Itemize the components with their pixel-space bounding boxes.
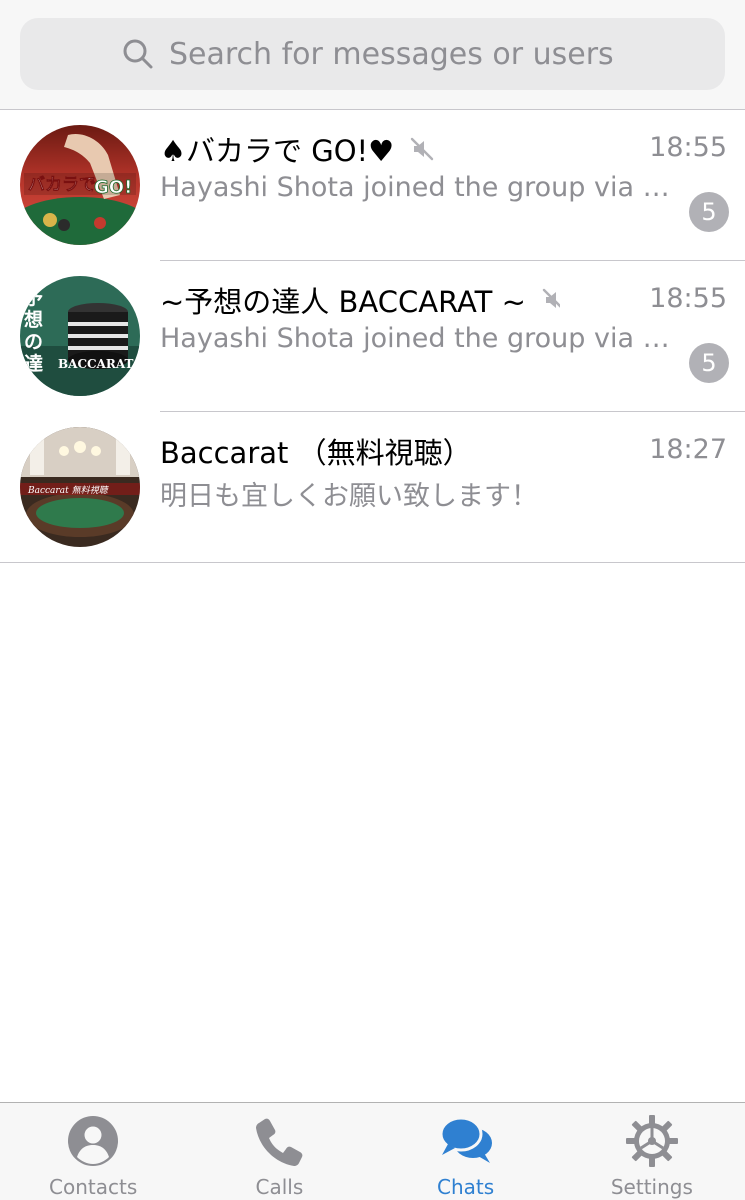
mute-icon [542,288,560,308]
svg-text:バカラで: バカラで [28,175,96,195]
chat-title: ~予想の達人 BACCARAT ~ [160,279,560,321]
svg-text:BACCARAT: BACCARAT [58,357,133,371]
chat-title-text: ♠バカラで GO!♥ [160,134,395,168]
tab-calls[interactable]: Calls [186,1103,372,1200]
chat-title: Baccarat （無料視聴） [160,430,472,472]
tab-bar: Contacts Calls Chats Settings [0,1102,745,1200]
chat-title-text: Baccarat （無料視聴） [160,436,472,470]
chat-list: バカラで GO! ♠バカラで GO!♥ 18:55 Hayashi Shota … [0,110,745,563]
gear-icon [625,1115,678,1167]
mute-icon [410,137,434,161]
search-icon [123,39,153,69]
chat-row[interactable]: 予 想 の 達 人 BACCARAT ~予想の達人 BACCARAT ~ 18:… [0,261,745,412]
svg-text:人: 人 [24,375,44,396]
svg-text:達: 達 [24,352,43,375]
svg-text:の: の [24,331,43,353]
unread-badge: 5 [689,192,729,232]
search-header [0,0,745,110]
contacts-icon [68,1116,119,1166]
search-input[interactable] [169,36,624,72]
tab-label: Settings [610,1175,693,1199]
chat-time: 18:55 [649,132,727,163]
chat-time: 18:55 [649,283,727,314]
tab-chats[interactable]: Chats [373,1103,559,1200]
avatar: Baccarat 無料視聴 [20,427,140,547]
chat-title-text: ~予想の達人 BACCARAT ~ [160,285,526,319]
tab-settings[interactable]: Settings [559,1103,745,1200]
chat-preview: 明日も宜しくお願い致します！ [160,481,538,512]
unread-badge: 5 [689,343,729,383]
phone-icon [256,1118,303,1166]
chat-row[interactable]: Baccarat 無料視聴 Baccarat （無料視聴） 18:27 明日も宜… [0,412,745,563]
chat-list-screen: バカラで GO! ♠バカラで GO!♥ 18:55 Hayashi Shota … [0,0,745,1200]
chat-preview: Hayashi Shota joined the group via i... [160,172,670,203]
svg-text:予: 予 [24,287,43,309]
svg-text:Baccarat 無料視聴: Baccarat 無料視聴 [27,485,110,496]
chat-preview: Hayashi Shota joined the group via i... [160,323,670,354]
avatar: バカラで GO! [20,125,140,245]
chat-time: 18:27 [649,434,727,465]
chat-title: ♠バカラで GO!♥ [160,128,436,170]
tab-label: Contacts [49,1175,138,1199]
avatar: 予 想 の 達 人 BACCARAT [20,276,140,396]
chats-icon [439,1116,492,1163]
svg-text:GO!: GO! [94,177,132,198]
tab-label: Calls [255,1175,304,1199]
tab-label: Chats [437,1175,495,1199]
tab-contacts[interactable]: Contacts [0,1103,186,1200]
search-bar[interactable] [20,18,725,90]
chat-row[interactable]: バカラで GO! ♠バカラで GO!♥ 18:55 Hayashi Shota … [0,110,745,261]
svg-text:想: 想 [24,308,43,331]
